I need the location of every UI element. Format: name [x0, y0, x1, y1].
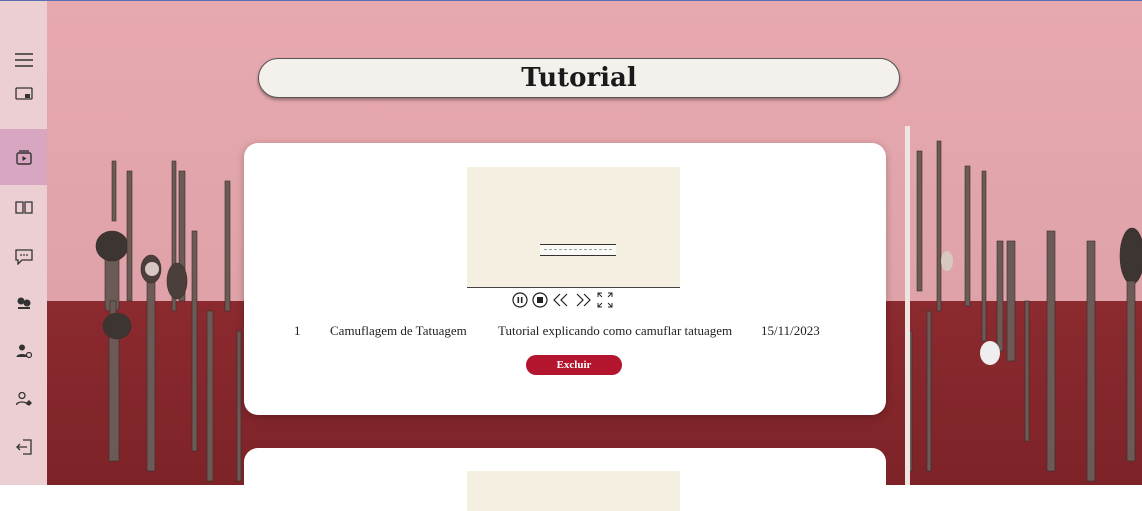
sidebar-item-logout[interactable]	[0, 427, 47, 467]
screen-user-icon	[14, 87, 33, 100]
stop-icon[interactable]	[532, 292, 548, 308]
sidebar-item-screen[interactable]	[0, 79, 47, 109]
sidebar-item-add-user[interactable]	[0, 331, 47, 371]
sidebar-item-profile[interactable]	[0, 379, 47, 419]
chat-icon	[14, 249, 33, 265]
delete-button[interactable]: Excluir	[526, 355, 622, 375]
rewind-icon[interactable]	[552, 293, 570, 307]
logout-icon	[15, 439, 32, 455]
user-settings-icon	[15, 391, 32, 406]
tutorial-id: 1	[294, 323, 301, 338]
tutorial-name: Camuflagem de Tatuagem	[330, 323, 467, 338]
book-icon	[14, 201, 33, 214]
video-library-icon	[15, 150, 32, 165]
page-title: Tutorial	[521, 63, 637, 93]
pause-icon[interactable]	[512, 292, 528, 308]
table-row: 1 Camuflagem de Tatuagem Tutorial explic…	[244, 323, 886, 343]
sidebar-item-messages[interactable]	[0, 237, 47, 277]
menu-button[interactable]	[0, 45, 47, 75]
page-title-bar: Tutorial	[258, 58, 900, 98]
video-player[interactable]	[467, 471, 680, 511]
fast-forward-icon[interactable]	[574, 293, 592, 307]
sidebar-item-clients[interactable]	[0, 283, 47, 323]
sidebar-item-courses[interactable]	[0, 187, 47, 227]
tutorial-card	[244, 448, 886, 511]
tutorial-date: 15/11/2023	[761, 323, 820, 338]
menu-icon	[14, 53, 33, 67]
video-controls	[512, 291, 642, 309]
sidebar-item-tutorials[interactable]	[0, 129, 47, 185]
tutorial-description: Tutorial explicando como camuflar tatuag…	[498, 323, 733, 338]
users-icon	[17, 297, 30, 309]
video-caption	[540, 244, 616, 256]
sidebar	[0, 1, 47, 485]
fullscreen-icon[interactable]	[596, 291, 614, 309]
user-add-icon	[16, 344, 32, 359]
video-player[interactable]	[467, 167, 680, 288]
tutorial-card: 1 Camuflagem de Tatuagem Tutorial explic…	[244, 143, 886, 415]
